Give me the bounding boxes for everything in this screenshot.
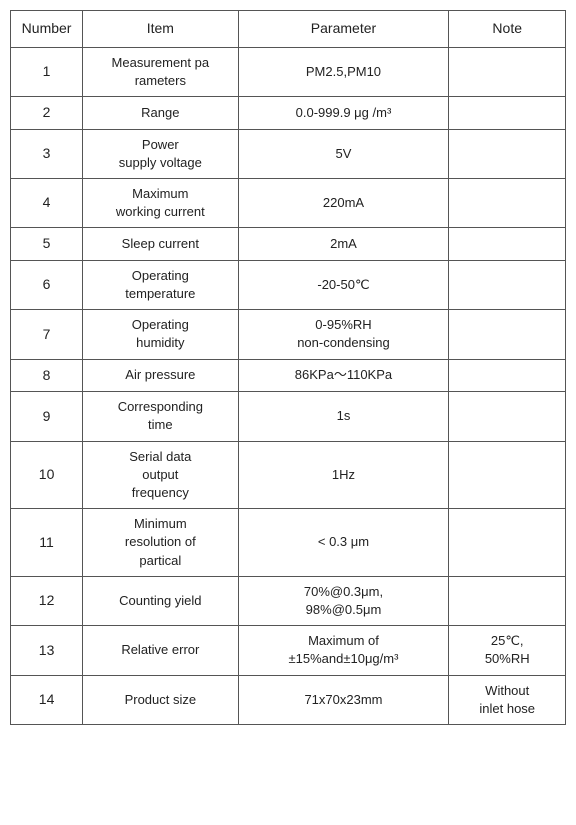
cell-item: Relative error	[83, 626, 238, 675]
cell-item: Air pressure	[83, 359, 238, 392]
cell-note	[449, 178, 566, 227]
cell-number: 4	[11, 178, 83, 227]
table-row: 3Powersupply voltage5V	[11, 129, 566, 178]
table-row: 7Operatinghumidity0-95%RHnon-condensing	[11, 310, 566, 359]
header-item: Item	[83, 11, 238, 48]
cell-parameter: -20-50℃	[238, 260, 449, 309]
cell-note	[449, 260, 566, 309]
cell-number: 12	[11, 576, 83, 625]
cell-number: 10	[11, 441, 83, 509]
table-row: 2Range0.0-999.9 μg /m³	[11, 96, 566, 129]
cell-parameter: 70%@0.3μm,98%@0.5μm	[238, 576, 449, 625]
cell-note	[449, 392, 566, 441]
cell-item: Maximumworking current	[83, 178, 238, 227]
cell-note	[449, 576, 566, 625]
cell-item: Correspondingtime	[83, 392, 238, 441]
specs-table-container: Number Item Parameter Note 1Measurement …	[10, 10, 566, 725]
cell-item: Sleep current	[83, 228, 238, 261]
cell-number: 5	[11, 228, 83, 261]
cell-parameter: 1s	[238, 392, 449, 441]
cell-number: 8	[11, 359, 83, 392]
cell-parameter: 220mA	[238, 178, 449, 227]
cell-parameter: 5V	[238, 129, 449, 178]
table-row: 4Maximumworking current220mA	[11, 178, 566, 227]
table-row: 5Sleep current2mA	[11, 228, 566, 261]
table-row: 12Counting yield70%@0.3μm,98%@0.5μm	[11, 576, 566, 625]
cell-item: Operatingtemperature	[83, 260, 238, 309]
cell-note	[449, 359, 566, 392]
table-row: 8Air pressure86KPa～110KPa	[11, 359, 566, 392]
cell-number: 1	[11, 47, 83, 96]
cell-number: 11	[11, 509, 83, 577]
cell-item: Operatinghumidity	[83, 310, 238, 359]
cell-note: 25℃,50%RH	[449, 626, 566, 675]
cell-item: Product size	[83, 675, 238, 724]
table-row: 14Product size71x70x23mmWithoutinlet hos…	[11, 675, 566, 724]
table-header-row: Number Item Parameter Note	[11, 11, 566, 48]
cell-number: 2	[11, 96, 83, 129]
cell-parameter: PM2.5,PM10	[238, 47, 449, 96]
table-row: 9Correspondingtime1s	[11, 392, 566, 441]
cell-note: Withoutinlet hose	[449, 675, 566, 724]
header-parameter: Parameter	[238, 11, 449, 48]
cell-note	[449, 47, 566, 96]
table-row: 13Relative errorMaximum of±15%and±10μg/m…	[11, 626, 566, 675]
header-note: Note	[449, 11, 566, 48]
cell-number: 14	[11, 675, 83, 724]
cell-note	[449, 310, 566, 359]
cell-parameter: 0-95%RHnon-condensing	[238, 310, 449, 359]
cell-item: Serial dataoutputfrequency	[83, 441, 238, 509]
cell-parameter: < 0.3 μm	[238, 509, 449, 577]
cell-note	[449, 228, 566, 261]
cell-number: 13	[11, 626, 83, 675]
table-row: 10Serial dataoutputfrequency1Hz	[11, 441, 566, 509]
cell-number: 6	[11, 260, 83, 309]
cell-note	[449, 509, 566, 577]
cell-note	[449, 441, 566, 509]
cell-item: Powersupply voltage	[83, 129, 238, 178]
cell-item: Minimumresolution ofpartical	[83, 509, 238, 577]
table-row: 11Minimumresolution ofpartical< 0.3 μm	[11, 509, 566, 577]
cell-item: Range	[83, 96, 238, 129]
table-row: 1Measurement parametersPM2.5,PM10	[11, 47, 566, 96]
cell-parameter: 1Hz	[238, 441, 449, 509]
cell-number: 7	[11, 310, 83, 359]
cell-note	[449, 129, 566, 178]
cell-parameter: 0.0-999.9 μg /m³	[238, 96, 449, 129]
cell-number: 3	[11, 129, 83, 178]
header-number: Number	[11, 11, 83, 48]
cell-parameter: Maximum of±15%and±10μg/m³	[238, 626, 449, 675]
cell-item: Counting yield	[83, 576, 238, 625]
table-row: 6Operatingtemperature-20-50℃	[11, 260, 566, 309]
cell-number: 9	[11, 392, 83, 441]
cell-parameter: 71x70x23mm	[238, 675, 449, 724]
cell-parameter: 2mA	[238, 228, 449, 261]
specs-table: Number Item Parameter Note 1Measurement …	[10, 10, 566, 725]
cell-parameter: 86KPa～110KPa	[238, 359, 449, 392]
cell-note	[449, 96, 566, 129]
cell-item: Measurement parameters	[83, 47, 238, 96]
